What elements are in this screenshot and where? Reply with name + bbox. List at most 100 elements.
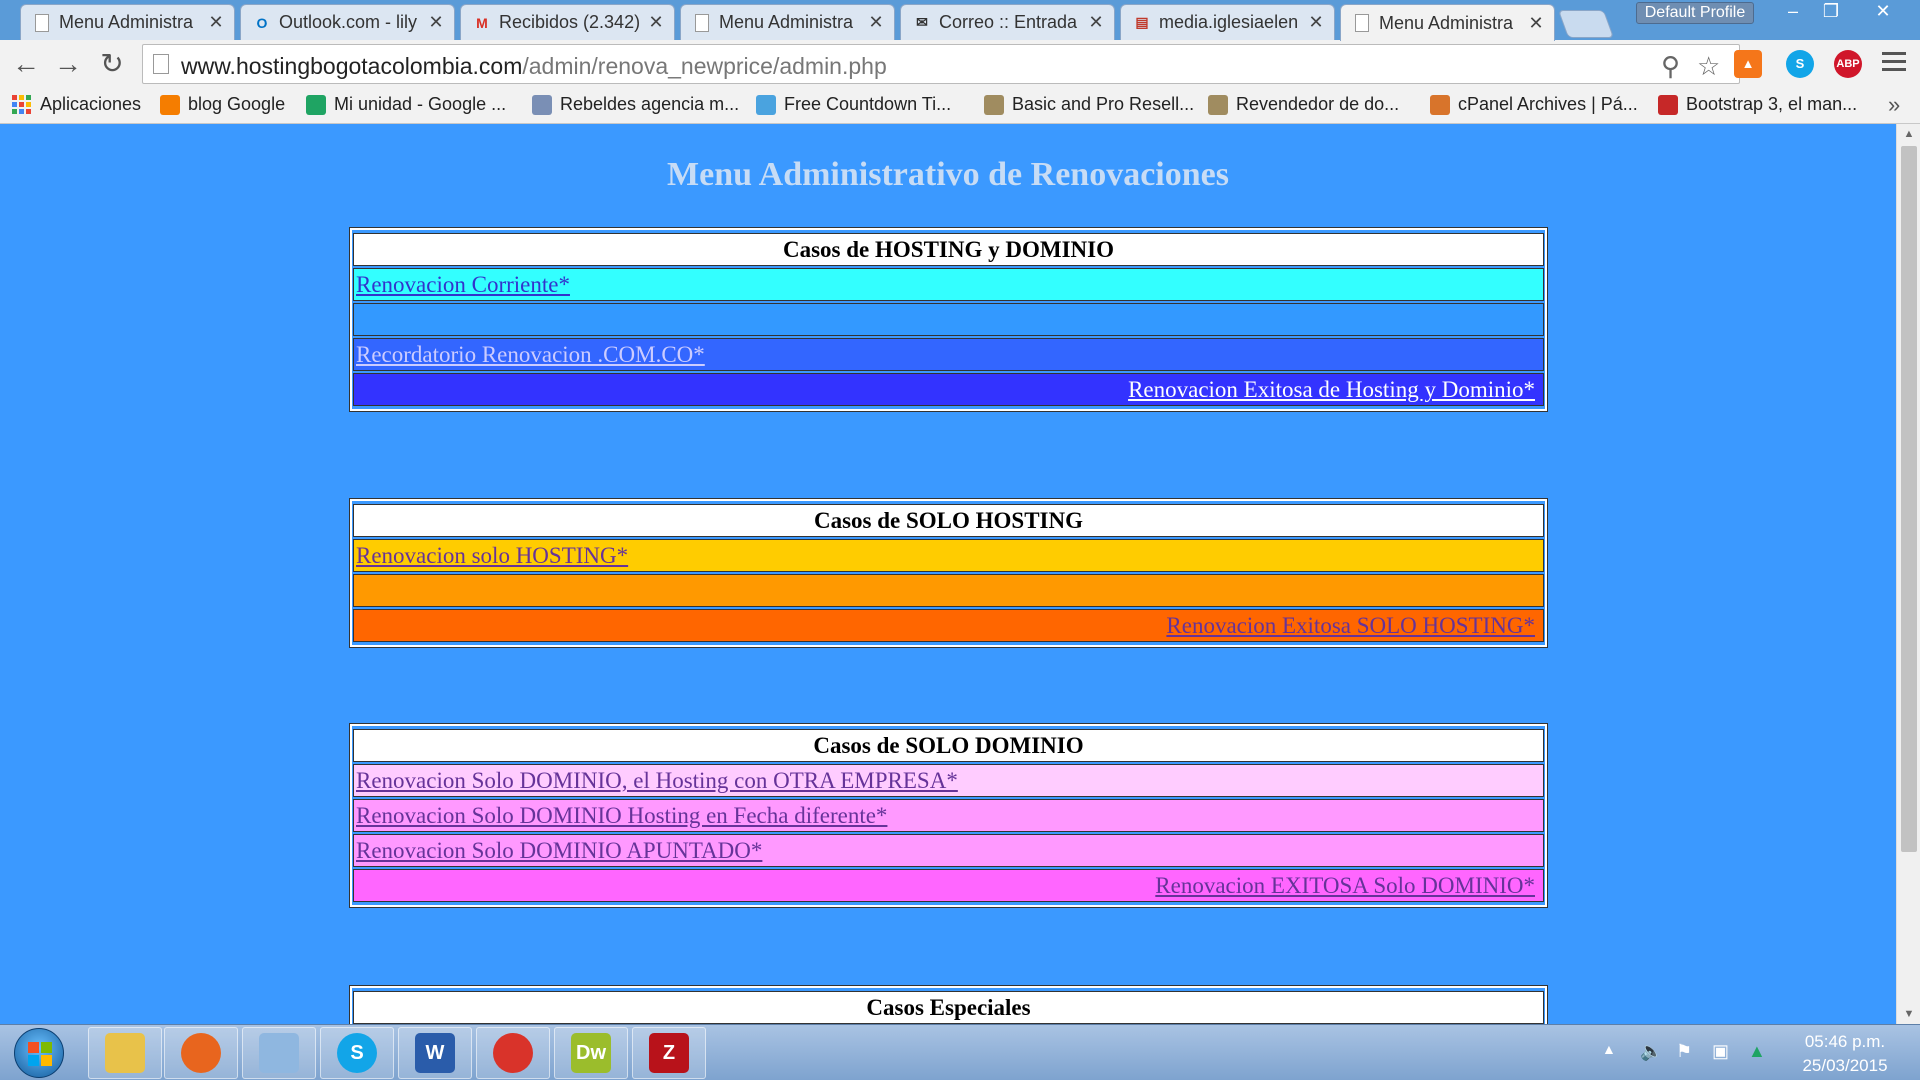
- table-row[interactable]: Renovacion Solo DOMINIO, el Hosting con …: [353, 764, 1544, 797]
- tray-expand-icon[interactable]: ▲: [1602, 1041, 1616, 1057]
- table-row[interactable]: Renovacion Solo DOMINIO APUNTADO*: [353, 834, 1544, 867]
- link-renovacion-exitosa-solo-dominio[interactable]: Renovacion EXITOSA Solo DOMINIO*: [1155, 873, 1535, 898]
- tab-4[interactable]: Menu Administra ✕: [680, 4, 895, 40]
- taskbar-app-filezilla[interactable]: Z: [632, 1027, 706, 1079]
- tab-3[interactable]: M Recibidos (2.342) ✕: [460, 4, 675, 40]
- tab-close-icon[interactable]: ✕: [868, 12, 884, 33]
- table-row[interactable]: Renovacion Exitosa de Hosting y Dominio*: [353, 373, 1544, 406]
- bookmark-label: Free Countdown Ti...: [784, 94, 952, 114]
- link-renovacion-corriente[interactable]: Renovacion Corriente*: [356, 272, 570, 297]
- new-tab-button[interactable]: [1557, 10, 1615, 38]
- zoom-icon[interactable]: ⚲: [1661, 51, 1680, 82]
- taskbar-app-chrome[interactable]: [476, 1027, 550, 1079]
- windows-taskbar: S W Dw Z ▲ 🔈 ⚑ ▣ ▲ 05:46 p.m. 25/03/2015: [0, 1024, 1920, 1080]
- taskbar-app-firefox[interactable]: [164, 1027, 238, 1079]
- tab-2[interactable]: O Outlook.com - lily ✕: [240, 4, 455, 40]
- bookmark-1[interactable]: Aplicaciones: [12, 94, 141, 115]
- bookmark-label: Basic and Pro Resell...: [1012, 94, 1195, 114]
- tab-label: media.iglesiaelen: [1159, 12, 1299, 32]
- tab-label: Recibidos (2.342): [499, 12, 641, 32]
- bookmark-star-icon[interactable]: ☆: [1697, 51, 1720, 82]
- adblock-plus-icon[interactable]: ABP: [1834, 50, 1862, 78]
- address-bar[interactable]: www.hostingbogotacolombia.com/admin/reno…: [142, 44, 1740, 84]
- bookmarks-overflow-icon[interactable]: »: [1888, 92, 1900, 118]
- browser-toolbar: ← → ↻ www.hostingbogotacolombia.com/admi…: [0, 40, 1920, 88]
- close-window-icon[interactable]: ✕: [1866, 0, 1900, 22]
- bookmark-3[interactable]: Mi unidad - Google ...: [306, 94, 506, 115]
- tab-label: Outlook.com - lily: [279, 12, 418, 32]
- doc-shape: [695, 13, 709, 32]
- address-url[interactable]: www.hostingbogotacolombia.com/admin/reno…: [181, 53, 887, 80]
- reload-icon[interactable]: ↻: [96, 48, 128, 80]
- reseller-icon: [984, 94, 1004, 115]
- scroll-down-icon[interactable]: ▼: [1897, 1004, 1920, 1024]
- bookmark-6[interactable]: Basic and Pro Resell...: [984, 94, 1194, 115]
- tab-close-icon[interactable]: ✕: [208, 12, 224, 33]
- table-row: [353, 303, 1544, 336]
- link-renovacion-exitosa-de-hosting-y-dominio[interactable]: Renovacion Exitosa de Hosting y Dominio*: [1128, 377, 1535, 402]
- action-center-flag-icon[interactable]: ⚑: [1676, 1041, 1692, 1062]
- tab-close-icon[interactable]: ✕: [1528, 13, 1544, 34]
- link-renovacion-solo-dominio-el-hosting-con-otra-empresa[interactable]: Renovacion Solo DOMINIO, el Hosting con …: [356, 768, 958, 793]
- google-drive-icon[interactable]: ▲: [1748, 1041, 1766, 1062]
- system-clock[interactable]: 05:46 p.m. 25/03/2015: [1790, 1030, 1900, 1078]
- table-row[interactable]: Renovacion Exitosa SOLO HOSTING*: [353, 609, 1544, 642]
- clock-date: 25/03/2015: [1802, 1056, 1888, 1075]
- profile-button[interactable]: Default Profile: [1636, 2, 1754, 24]
- link-renovacion-solo-dominio-hosting-en-fecha-diferente[interactable]: Renovacion Solo DOMINIO Hosting en Fecha…: [356, 803, 887, 828]
- scroll-up-icon[interactable]: ▲: [1897, 124, 1920, 144]
- restore-icon[interactable]: ❐: [1814, 0, 1848, 22]
- tab-7[interactable]: Menu Administra ✕: [1340, 4, 1555, 41]
- taskbar-app-explorer[interactable]: [88, 1027, 162, 1079]
- chrome-icon: [493, 1033, 533, 1073]
- minimize-icon[interactable]: –: [1776, 0, 1810, 22]
- section-header: Casos de SOLO DOMINIO: [353, 729, 1544, 762]
- taskbar-app-paint[interactable]: [242, 1027, 316, 1079]
- network-icon[interactable]: ▣: [1712, 1041, 1729, 1062]
- table-row[interactable]: Recordatorio Renovacion .COM.CO*: [353, 338, 1544, 371]
- start-button[interactable]: [14, 1028, 64, 1078]
- page-title: Menu Administrativo de Renovaciones: [667, 156, 1229, 193]
- forward-icon[interactable]: →: [52, 48, 84, 80]
- taskbar-app-word[interactable]: W: [398, 1027, 472, 1079]
- clock-time: 05:46 p.m.: [1804, 1032, 1886, 1051]
- tab-close-icon[interactable]: ✕: [1308, 12, 1324, 33]
- table-row: [353, 574, 1544, 607]
- bookmark-8[interactable]: cPanel Archives | Pá...: [1430, 94, 1638, 115]
- taskbar-app-skype[interactable]: S: [320, 1027, 394, 1079]
- chrome-menu-icon[interactable]: [1882, 52, 1906, 76]
- tab-6[interactable]: ▤ media.iglesiaelen ✕: [1120, 4, 1335, 40]
- bookmark-4[interactable]: Rebeldes agencia m...: [532, 94, 739, 115]
- bookmark-7[interactable]: Revendedor de do...: [1208, 94, 1399, 115]
- taskbar-app-dreamweaver[interactable]: Dw: [554, 1027, 628, 1079]
- back-icon[interactable]: ←: [10, 48, 42, 80]
- bookmark-5[interactable]: Free Countdown Ti...: [756, 94, 951, 115]
- tab-5[interactable]: ✉ Correo :: Entrada ✕: [900, 4, 1115, 40]
- table-row[interactable]: Renovacion solo HOSTING*: [353, 539, 1544, 572]
- tab-close-icon[interactable]: ✕: [428, 12, 444, 33]
- vertical-scrollbar[interactable]: ▲ ▼: [1896, 124, 1920, 1024]
- mail-icon: ✉: [916, 14, 928, 30]
- table-row[interactable]: Renovacion EXITOSA Solo DOMINIO*: [353, 869, 1544, 902]
- page-icon: [33, 13, 51, 33]
- bookmark-9[interactable]: Bootstrap 3, el man...: [1658, 94, 1857, 115]
- skype-extension-icon[interactable]: S: [1786, 50, 1814, 78]
- link-renovacion-solo-hosting[interactable]: Renovacion solo HOSTING*: [356, 543, 628, 568]
- tab-close-icon[interactable]: ✕: [1088, 12, 1104, 33]
- section-casos-de-hosting-y-dominio: Casos de HOSTING y DOMINIO Renovacion Cor…: [349, 227, 1548, 412]
- drive-icon: [306, 94, 326, 115]
- table-row[interactable]: Renovacion Solo DOMINIO Hosting en Fecha…: [353, 799, 1544, 832]
- link-renovacion-solo-dominio-apuntado[interactable]: Renovacion Solo DOMINIO APUNTADO*: [356, 838, 762, 863]
- tab-1[interactable]: Menu Administra ✕: [20, 4, 235, 40]
- skype-icon: S: [337, 1033, 377, 1073]
- bookmark-label: cPanel Archives | Pá...: [1458, 94, 1638, 114]
- volume-icon[interactable]: 🔈: [1640, 1041, 1662, 1062]
- scrollbar-thumb[interactable]: [1901, 146, 1917, 852]
- tab-strip: Menu Administra ✕ O Outlook.com - lily ✕ M Rec…: [0, 0, 1920, 41]
- extension-orange-icon[interactable]: ▲: [1734, 50, 1762, 78]
- tab-close-icon[interactable]: ✕: [648, 12, 664, 33]
- table-row[interactable]: Renovacion Corriente*: [353, 268, 1544, 301]
- bookmark-2[interactable]: blog Google: [160, 94, 285, 115]
- link-recordatorio-renovacion-com-co[interactable]: Recordatorio Renovacion .COM.CO*: [356, 342, 705, 367]
- link-renovacion-exitosa-solo-hosting[interactable]: Renovacion Exitosa SOLO HOSTING*: [1166, 613, 1535, 638]
